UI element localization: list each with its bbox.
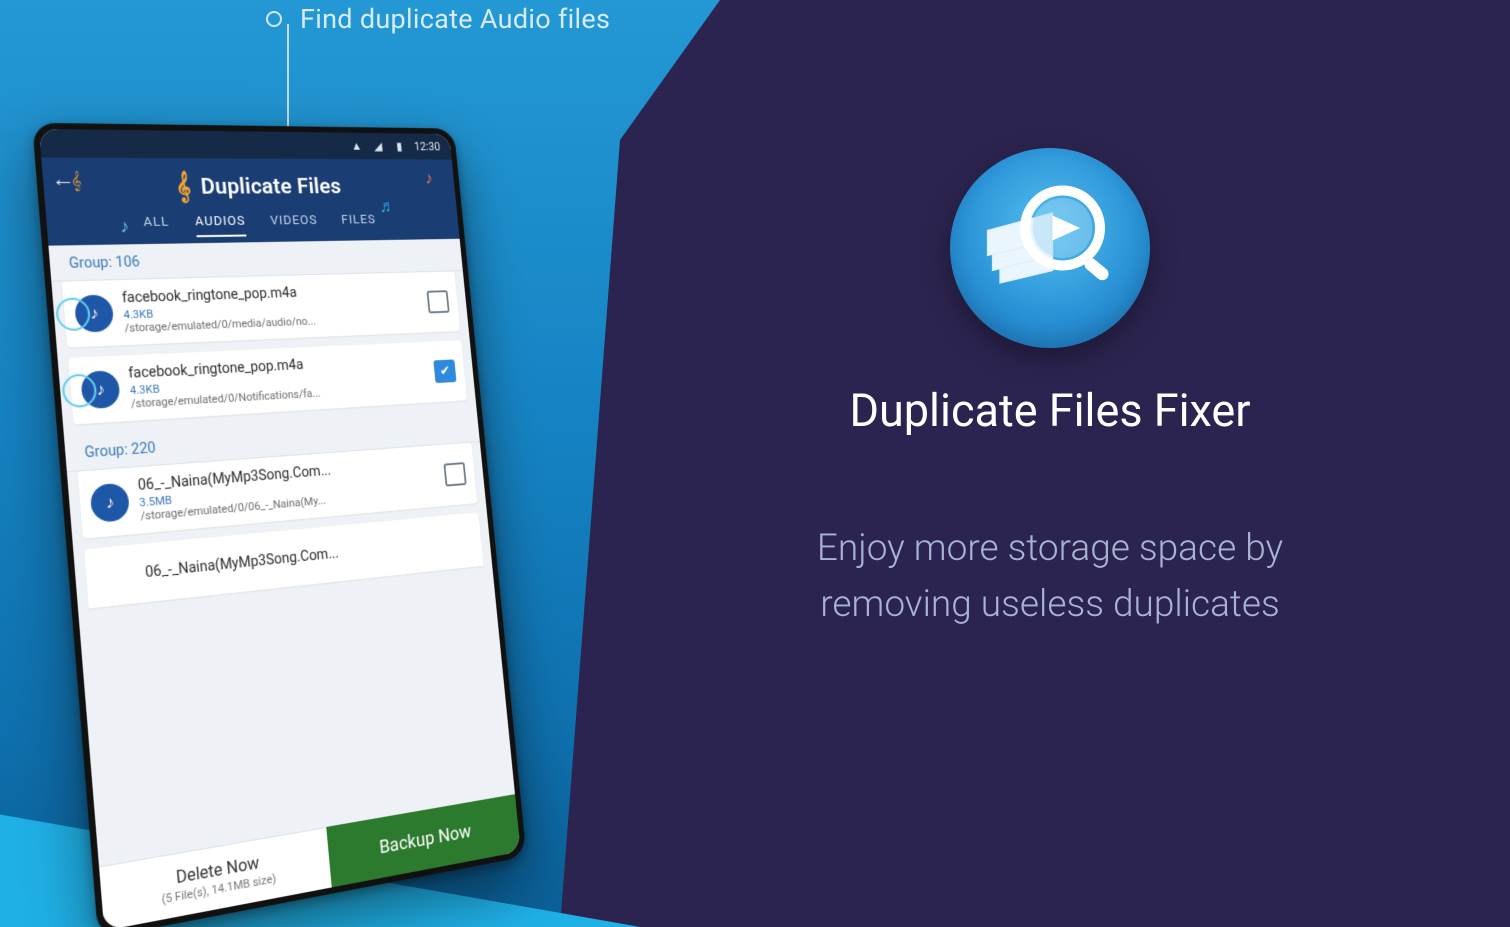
status-bar: ▲ ◢ ▮ 12:30: [39, 129, 452, 160]
signal-icon: ◢: [371, 140, 385, 153]
app-header: ← 𝄞 ♪ ♬ ♪ 𝄞 Duplicate Files ALL AUDIOS V…: [41, 157, 459, 245]
checkbox[interactable]: [443, 462, 466, 487]
phone-mockup: ▲ ◢ ▮ 12:30 ← 𝄞 ♪ ♬ ♪ 𝄞 Duplicate Files: [68, 118, 588, 908]
brand-subtitle-line2: removing useless duplicates: [820, 583, 1279, 626]
audio-icon: ♪: [89, 482, 130, 523]
phone-screen: ▲ ◢ ▮ 12:30 ← 𝄞 ♪ ♬ ♪ 𝄞 Duplicate Files: [39, 129, 521, 927]
phone-frame: ▲ ◢ ▮ 12:30 ← 𝄞 ♪ ♬ ♪ 𝄞 Duplicate Files: [32, 123, 526, 927]
brand-title: Duplicate Files Fixer: [730, 384, 1370, 437]
tab-files[interactable]: FILES: [341, 213, 377, 235]
brand-block: Duplicate Files Fixer Enjoy more storage…: [730, 148, 1370, 632]
magnifier-files-icon: [975, 173, 1125, 323]
tab-all[interactable]: ALL: [143, 215, 171, 238]
file-meta: 06_-_Naina(MyMp3Song.Com...: [145, 532, 473, 581]
callout-dot-icon: [266, 11, 282, 27]
list-item[interactable]: ♪ facebook_ringtone_pop.m4a 4.3KB /stora…: [62, 271, 460, 347]
battery-icon: ▮: [392, 140, 406, 153]
brand-subtitle: Enjoy more storage space by removing use…: [730, 521, 1370, 632]
checkbox-checked[interactable]: [433, 359, 456, 383]
file-meta: facebook_ringtone_pop.m4a 4.3KB /storage…: [121, 282, 420, 335]
list-item[interactable]: ♪ facebook_ringtone_pop.m4a 4.3KB /stora…: [68, 340, 467, 424]
backup-label: Backup Now: [378, 821, 472, 859]
app-logo-icon: [950, 148, 1150, 348]
brand-subtitle-line1: Enjoy more storage space by: [817, 527, 1283, 570]
checkbox[interactable]: [427, 290, 450, 313]
callout: Find duplicate Audio files: [266, 3, 610, 35]
app-screen-title: Duplicate Files: [200, 175, 342, 200]
file-name: 06_-_Naina(MyMp3Song.Com...: [145, 532, 473, 581]
stage: + Find duplicate Audio files: [0, 0, 1510, 927]
treble-clef-icon: 𝄞: [174, 172, 192, 203]
status-time: 12:30: [414, 140, 441, 153]
file-meta: 06_-_Naina(MyMp3Song.Com... 3.5MB /stora…: [137, 455, 438, 523]
results-list[interactable]: Group: 106 ♪ facebook_ringtone_pop.m4a 4…: [48, 239, 515, 867]
tab-audios[interactable]: AUDIOS: [195, 214, 247, 237]
callout-text: Find duplicate Audio files: [300, 3, 610, 35]
tab-videos[interactable]: VIDEOS: [270, 213, 319, 236]
file-meta: facebook_ringtone_pop.m4a 4.3KB /storage…: [128, 351, 428, 410]
wifi-icon: ▲: [350, 139, 364, 152]
